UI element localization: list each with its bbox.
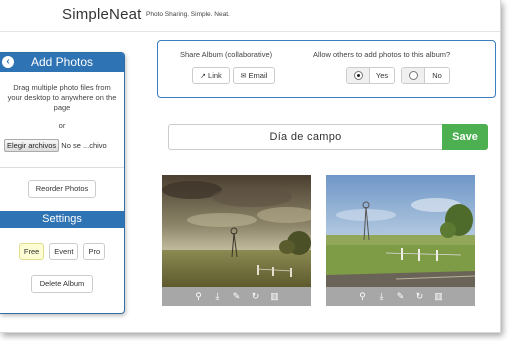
share-email-button[interactable]: ✉ Email [233, 67, 275, 84]
download-icon[interactable]: ⤓ [213, 292, 222, 301]
file-picker: Elegir archivos No se ...chivo [4, 139, 124, 152]
allow-no-label: No [425, 68, 449, 83]
or-separator: or [58, 121, 66, 130]
app-window: SimpleNeat Photo Sharing. Simple. Neat. … [0, 0, 501, 333]
header-divider [0, 31, 500, 32]
brand-logo[interactable]: SimpleNeat [62, 6, 142, 23]
reorder-photos-button[interactable]: Reorder Photos [28, 180, 96, 198]
photo-windmill-road[interactable] [326, 175, 475, 287]
edit-icon[interactable]: ✎ [396, 292, 405, 301]
choose-files-button[interactable]: Elegir archivos [4, 139, 60, 152]
save-button[interactable]: Save [442, 124, 488, 150]
download-icon[interactable]: ⤓ [377, 292, 386, 301]
envelope-icon: ✉ [240, 73, 247, 80]
settings-header: Settings [0, 211, 124, 228]
file-status: No se ...chivo [61, 141, 107, 150]
share-album-label: Share Album (collaborative) [180, 50, 273, 59]
allow-yes-label: Yes [370, 68, 394, 83]
allow-yes-option[interactable]: Yes [346, 67, 395, 84]
photo-windmill-cloudy[interactable] [162, 175, 311, 287]
mode-free-button[interactable]: Free [18, 243, 45, 260]
rotate-icon[interactable]: ↻ [415, 292, 424, 301]
photo-card: ⚲ ⤓ ✎ ↻ ▥ [326, 175, 475, 308]
trash-icon[interactable]: ▥ [270, 292, 279, 301]
edit-icon[interactable]: ✎ [232, 292, 241, 301]
share-link-label: Link [208, 71, 222, 80]
mode-selector: Free Event Pro [0, 243, 124, 260]
collapse-icon[interactable]: ‹ [2, 56, 14, 68]
sidebar-panel: ‹ Add Photos Drag multiple photo files f… [0, 52, 125, 314]
delete-album-button[interactable]: Delete Album [31, 275, 93, 293]
allow-no-option[interactable]: No [401, 67, 450, 84]
share-email-label: Email [248, 71, 268, 80]
zoom-icon[interactable]: ⚲ [194, 292, 203, 301]
share-panel: Share Album (collaborative) Allow others… [157, 40, 496, 98]
zoom-icon[interactable]: ⚲ [358, 292, 367, 301]
add-photos-title: Add Photos [30, 55, 94, 69]
tagline: Photo Sharing. Simple. Neat. [146, 11, 230, 18]
photo-card: ⚲ ⤓ ✎ ↻ ▥ [162, 175, 311, 308]
album-name-input[interactable]: Día de campo [168, 124, 442, 150]
photo-toolbar: ⚲ ⤓ ✎ ↻ ▥ [162, 287, 311, 306]
trash-icon[interactable]: ▥ [434, 292, 443, 301]
add-photos-header: ‹ Add Photos [0, 53, 124, 72]
share-link-button[interactable]: ↗ Link [192, 67, 230, 84]
rotate-icon[interactable]: ↻ [251, 292, 260, 301]
sidebar-divider [0, 167, 124, 168]
drag-instructions: Drag multiple photo files from your desk… [7, 83, 117, 112]
radio-no-dot [408, 71, 418, 80]
allow-others-label: Allow others to add photos to this album… [313, 50, 451, 59]
photo-toolbar: ⚲ ⤓ ✎ ↻ ▥ [326, 287, 475, 306]
external-link-icon: ↗ [200, 73, 207, 80]
mode-pro-button[interactable]: Pro [83, 243, 106, 260]
radio-yes-dot [353, 71, 363, 80]
radio-yes[interactable] [347, 68, 370, 83]
radio-no[interactable] [402, 68, 425, 83]
mode-event-button[interactable]: Event [49, 243, 79, 260]
